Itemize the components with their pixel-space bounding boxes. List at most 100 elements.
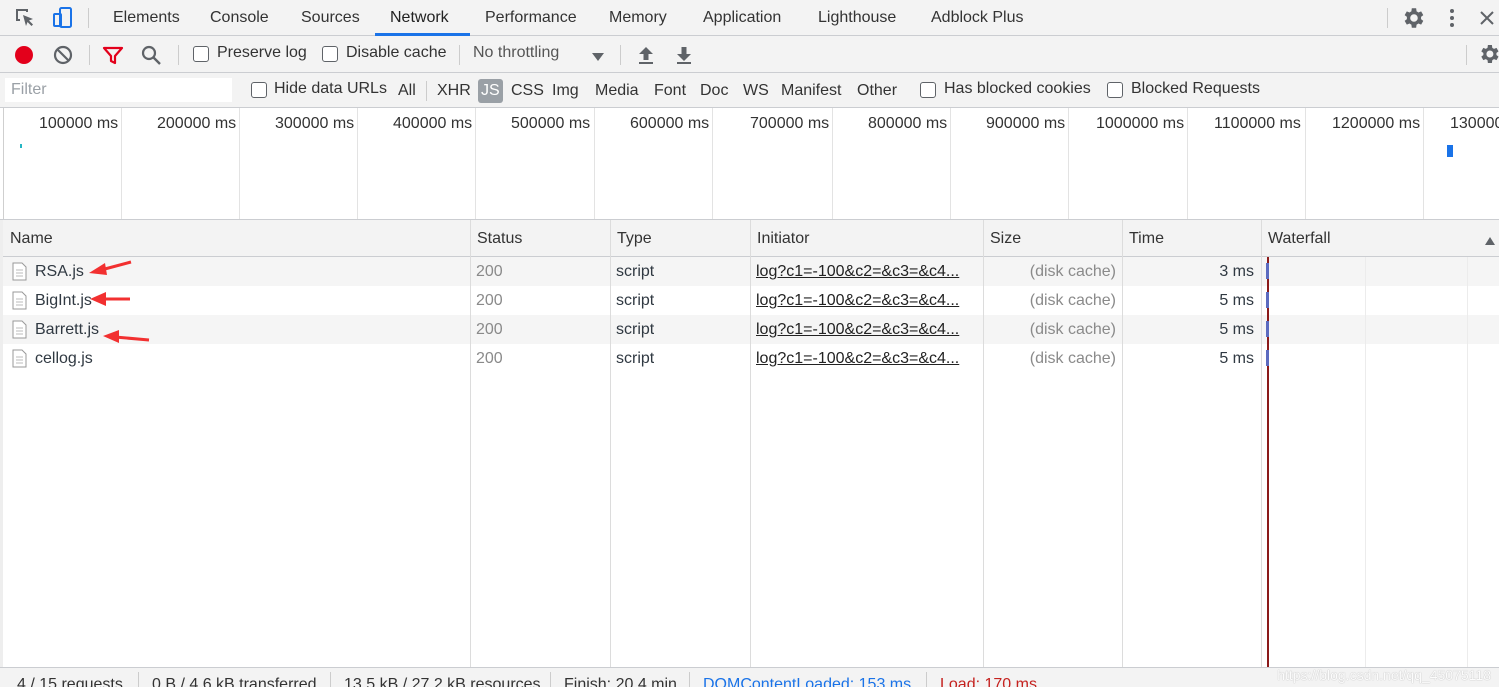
- filter-type-doc[interactable]: Doc: [698, 79, 730, 103]
- waterfall-load-line: [1267, 257, 1269, 667]
- tab-network[interactable]: Network: [390, 0, 449, 36]
- requests-count: 4 / 15 requests: [17, 676, 123, 687]
- column-header-waterfall[interactable]: Waterfall: [1261, 220, 1331, 257]
- column-divider[interactable]: [750, 220, 751, 667]
- toolbar-divider: [1466, 45, 1467, 65]
- request-time: 5 ms: [1219, 350, 1254, 367]
- column-divider[interactable]: [610, 220, 611, 667]
- device-toolbar-icon[interactable]: [50, 5, 76, 31]
- preserve-log-label: Preserve log: [217, 44, 307, 61]
- filter-type-ws[interactable]: WS: [741, 79, 771, 103]
- overview-grid-line: [1187, 108, 1188, 219]
- table-row[interactable]: RSA.js 200 script log?c1=-100&c2=&c3=&c4…: [3, 257, 1499, 286]
- network-overview[interactable]: 100000 ms 200000 ms 300000 ms 400000 ms …: [0, 108, 1499, 220]
- request-initiator-link[interactable]: log?c1=-100&c2=&c3=&c4...: [756, 286, 978, 315]
- filter-type-other[interactable]: Other: [855, 79, 899, 103]
- inspect-element-icon[interactable]: [12, 5, 38, 31]
- table-row[interactable]: Barrett.js 200 script log?c1=-100&c2=&c3…: [3, 315, 1499, 344]
- overview-tick-label: 200000 ms: [157, 115, 237, 132]
- resources-size: 13.5 kB / 27.2 kB resources: [344, 676, 541, 687]
- request-time: 5 ms: [1219, 321, 1254, 338]
- file-document-icon: [12, 349, 27, 368]
- filter-icon[interactable]: [102, 44, 124, 71]
- overview-left-edge: [3, 108, 4, 219]
- tab-adblock-plus[interactable]: Adblock Plus: [931, 0, 1024, 36]
- table-row[interactable]: BigInt.js 200 script log?c1=-100&c2=&c3=…: [3, 286, 1499, 315]
- column-header-time[interactable]: Time: [1122, 220, 1164, 257]
- request-initiator-link[interactable]: log?c1=-100&c2=&c3=&c4...: [756, 344, 978, 373]
- preserve-log-checkbox[interactable]: [193, 46, 209, 62]
- blocked-requests-label: Blocked Requests: [1131, 80, 1260, 97]
- overview-request-bar: [20, 144, 22, 148]
- clear-icon[interactable]: [52, 44, 74, 71]
- status-divider: [550, 672, 551, 687]
- overview-request-bar: [1447, 145, 1453, 157]
- network-settings-gear-icon[interactable]: [1477, 42, 1499, 71]
- request-name[interactable]: Barrett.js: [35, 315, 99, 344]
- column-divider[interactable]: [1261, 220, 1262, 667]
- filter-type-media[interactable]: Media: [593, 79, 641, 103]
- import-har-icon[interactable]: [636, 44, 656, 71]
- overview-grid-line: [1423, 108, 1424, 219]
- filter-type-all[interactable]: All: [396, 79, 418, 103]
- waterfall-bar: [1266, 321, 1269, 337]
- hide-data-urls-checkbox[interactable]: [251, 82, 267, 98]
- request-name[interactable]: RSA.js: [35, 257, 84, 286]
- filter-type-js[interactable]: JS: [478, 79, 503, 103]
- filter-type-font[interactable]: Font: [652, 79, 688, 103]
- filter-divider: [426, 81, 427, 101]
- column-divider[interactable]: [470, 220, 471, 667]
- overview-grid-line: [357, 108, 358, 219]
- table-row[interactable]: cellog.js 200 script log?c1=-100&c2=&c3=…: [3, 344, 1499, 373]
- request-name[interactable]: cellog.js: [35, 344, 93, 373]
- request-name[interactable]: BigInt.js: [35, 286, 92, 315]
- filter-type-manifest[interactable]: Manifest: [779, 79, 843, 103]
- column-header-status[interactable]: Status: [470, 220, 522, 257]
- sort-ascending-icon[interactable]: [1484, 233, 1496, 251]
- status-divider: [689, 672, 690, 687]
- close-devtools-icon[interactable]: [1475, 5, 1499, 31]
- blocked-requests-checkbox[interactable]: [1107, 82, 1123, 98]
- tab-performance[interactable]: Performance: [485, 0, 577, 36]
- overview-tick-label: 130000: [1450, 115, 1499, 132]
- overview-tick-label: 100000 ms: [39, 115, 119, 132]
- request-type: script: [616, 350, 655, 367]
- settings-gear-icon[interactable]: [1400, 5, 1426, 31]
- transferred-size: 0 B / 4.6 kB transferred: [152, 676, 317, 687]
- column-header-name[interactable]: Name: [3, 220, 53, 257]
- tab-sources[interactable]: Sources: [301, 0, 360, 36]
- filter-type-img[interactable]: Img: [550, 79, 581, 103]
- request-initiator-link[interactable]: log?c1=-100&c2=&c3=&c4...: [756, 315, 978, 344]
- column-header-type[interactable]: Type: [610, 220, 652, 257]
- filter-input[interactable]: [5, 78, 232, 102]
- overview-tick-label: 500000 ms: [511, 115, 591, 132]
- throttling-select[interactable]: No throttling: [473, 44, 559, 62]
- waterfall-grid-line: [1365, 257, 1366, 667]
- record-icon[interactable]: [13, 44, 35, 71]
- dropdown-arrow-icon[interactable]: [591, 49, 605, 67]
- tab-lighthouse[interactable]: Lighthouse: [818, 0, 896, 36]
- request-status: 200: [476, 292, 503, 309]
- tab-console[interactable]: Console: [210, 0, 269, 36]
- column-header-initiator[interactable]: Initiator: [750, 220, 809, 257]
- overview-tick-label: 1000000 ms: [1096, 115, 1185, 132]
- tab-memory[interactable]: Memory: [609, 0, 667, 36]
- search-icon[interactable]: [140, 44, 162, 71]
- column-header-size[interactable]: Size: [983, 220, 1021, 257]
- filter-type-xhr[interactable]: XHR: [435, 79, 473, 103]
- more-options-icon[interactable]: [1439, 5, 1465, 31]
- request-size: (disk cache): [1029, 321, 1116, 338]
- export-har-icon[interactable]: [674, 44, 694, 71]
- dom-content-loaded-time: DOMContentLoaded: 153 ms: [703, 676, 912, 687]
- waterfall-bar: [1266, 263, 1269, 279]
- has-blocked-cookies-checkbox[interactable]: [920, 82, 936, 98]
- filter-type-css[interactable]: CSS: [509, 79, 546, 103]
- request-initiator-link[interactable]: log?c1=-100&c2=&c3=&c4...: [756, 257, 978, 286]
- toolbar-divider: [178, 45, 179, 65]
- file-document-icon: [12, 262, 27, 281]
- tab-application[interactable]: Application: [703, 0, 781, 36]
- tab-elements[interactable]: Elements: [113, 0, 180, 36]
- column-divider[interactable]: [1122, 220, 1123, 667]
- column-divider[interactable]: [983, 220, 984, 667]
- disable-cache-checkbox[interactable]: [322, 46, 338, 62]
